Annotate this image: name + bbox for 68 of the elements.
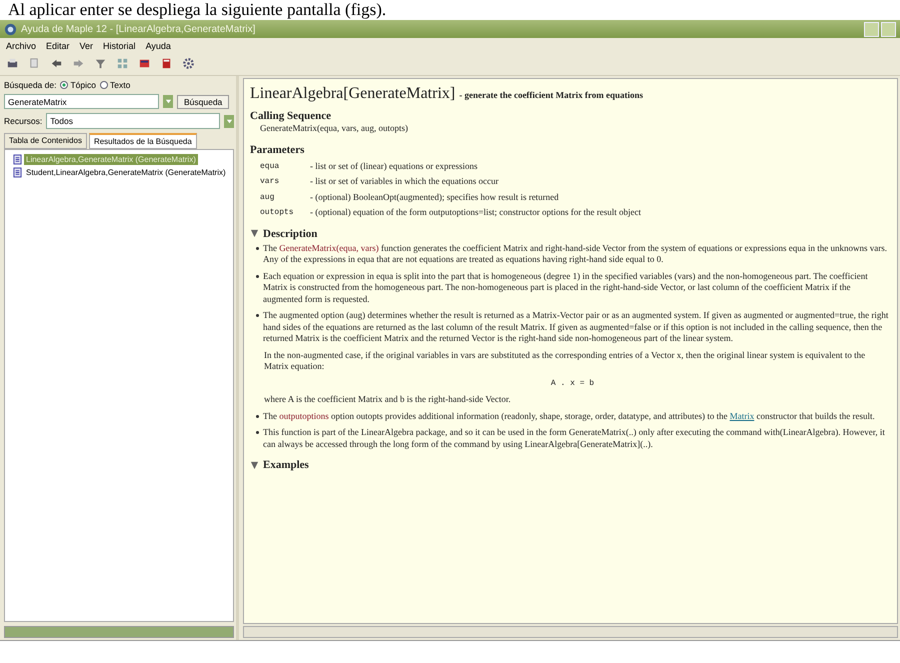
window-title: Ayuda de Maple 12 - [LinearAlgebra,GenerateMatrix] bbox=[21, 24, 256, 34]
search-field[interactable]: GenerateMatrix bbox=[4, 94, 159, 109]
grid-icon[interactable] bbox=[116, 57, 129, 70]
copy-icon[interactable] bbox=[28, 57, 41, 70]
search-label: Búsqueda de: bbox=[4, 80, 56, 90]
caret-icon bbox=[164, 98, 172, 105]
section-heading: Calling Sequence bbox=[250, 109, 332, 123]
parameter-description: - (optional) BooleanOpt(augmented); specifies how result is returned bbox=[310, 192, 559, 203]
bullet-paragraph: The outputoptions option outopts provides additional information (readonly, shape, storage, order, datatype, and attributes) to the Matrix constructor that builds the result. bbox=[263, 410, 875, 422]
caption: Al aplicar enter se despliega la siguiente pantalla (figs). bbox=[7, 0, 386, 20]
bullet-icon bbox=[256, 314, 259, 317]
radio-option[interactable]: Tópico bbox=[60, 80, 96, 90]
bullet-paragraph: Each equation or expression in equa is split into the part that is homogeneous (degree 1) in the specified variables (vars) and the non-homogeneous part. The coefficient Matrix is constructed from the homogeneous part. The non-homogeneous part is placed in the right-hand-side Vector, or last column of the coefficient Matrix if the augmented form is requested. bbox=[263, 270, 869, 305]
menu-item[interactable]: Ayuda bbox=[146, 41, 171, 51]
print-icon[interactable] bbox=[6, 57, 19, 70]
minimize-button[interactable] bbox=[864, 22, 879, 36]
section-heading: Examples bbox=[263, 458, 309, 472]
app-icon bbox=[4, 22, 17, 36]
bullet-icon bbox=[256, 431, 259, 434]
document-icon bbox=[13, 154, 22, 165]
paragraph: In the non-augmented case, if the original variables in vars are substituted as the corresponding entries of a Vector x, then the original linear system is equivalent to the Matrix equation: bbox=[264, 350, 866, 372]
section-heading: Description bbox=[263, 226, 318, 240]
resources-label: Recursos: bbox=[4, 116, 42, 126]
bullet-icon bbox=[256, 246, 259, 250]
filter-icon[interactable] bbox=[94, 57, 107, 70]
caret-icon bbox=[226, 118, 232, 124]
bullet-paragraph: The GenerateMatrix(equa, vars) function generates the coefficient Matrix and right-hand-side Vector from the system of equations or expressions equa in the unknowns vars. Any of the expressions in equa that are not equations are treated as equations having right-hand side equal to 0. bbox=[263, 242, 888, 266]
menu-item[interactable]: Historial bbox=[103, 41, 136, 51]
menu-item[interactable]: Editar bbox=[46, 41, 70, 51]
section-heading: Parameters bbox=[250, 142, 306, 156]
paragraph: where A is the coefficient Matrix and b is the right-hand-side Vector. bbox=[264, 394, 511, 406]
parameter-description: - list or set of (linear) equations or expressions bbox=[310, 160, 478, 172]
link[interactable]: Matrix bbox=[730, 410, 754, 420]
menu-item[interactable]: Archivo bbox=[6, 41, 36, 51]
bullet-icon bbox=[256, 274, 259, 278]
parameter-name: outopts bbox=[260, 207, 295, 218]
radio-option[interactable]: Texto bbox=[100, 80, 130, 90]
document-icon bbox=[13, 167, 22, 178]
dropdown-button[interactable] bbox=[224, 114, 234, 128]
bullet-icon bbox=[256, 414, 259, 418]
search-button[interactable]: Búsqueda bbox=[177, 94, 230, 108]
result-item[interactable]: Student,LinearAlgebra,GenerateMatrix (GenerateMatrix) bbox=[24, 167, 228, 178]
parameter-name: vars bbox=[260, 176, 280, 188]
page-subtitle: - generate the coefficient Matrix from equations bbox=[459, 90, 643, 102]
triangle-icon[interactable] bbox=[250, 229, 259, 238]
gear-icon[interactable] bbox=[182, 57, 195, 70]
calling-sequence: GenerateMatrix(equa, vars, aug, outopts) bbox=[259, 123, 409, 134]
tab[interactable]: Resultados de la Búsqueda bbox=[88, 133, 197, 149]
parameter-name: aug bbox=[260, 192, 276, 203]
parameter-description: - (optional) equation of the form outputoptions=list; constructor options for the result object bbox=[310, 207, 642, 218]
bullet-paragraph: This function is part of the LinearAlgebra package, and so it can be used in the form GenerateMatrix(..) only after executing the command with(LinearAlgebra). However, it can always be accessed through the long form of the command by using LinearAlgebra[GenerateMatrix](..). bbox=[263, 427, 886, 450]
bullet-paragraph: The augmented option (aug) determines whether the result is returned as a Matrix-Vector pair or as an augmented system. If given as augmented or augmented=true, the right hand sides of the equations are returned as the last column of the result Matrix. If given as augmented=false or if this option is not included in the calling sequence, then the returned Matrix is the coefficient Matrix and the returned Vector is the right-hand side non-homogeneous part of the linear system. bbox=[263, 310, 889, 344]
forward-arrow-icon[interactable] bbox=[72, 57, 85, 70]
page-title: LinearAlgebra[GenerateMatrix] bbox=[250, 85, 456, 103]
scrollbar[interactable] bbox=[4, 626, 234, 638]
tab[interactable]: Tabla de Contenidos bbox=[4, 133, 87, 149]
book-icon[interactable] bbox=[160, 57, 173, 70]
parameter-description: - list or set of variables in which the equations occur bbox=[310, 176, 498, 188]
triangle-icon[interactable] bbox=[250, 460, 259, 470]
menu-item[interactable]: Ver bbox=[80, 41, 94, 51]
scrollbar[interactable] bbox=[243, 626, 898, 638]
back-arrow-icon[interactable] bbox=[50, 57, 63, 70]
equation: A . x = b bbox=[550, 378, 594, 389]
resources-select[interactable]: Todos bbox=[46, 113, 220, 129]
parameter-name: equa bbox=[260, 160, 280, 172]
maximize-button[interactable] bbox=[881, 22, 896, 36]
book-icon[interactable] bbox=[138, 57, 151, 70]
dropdown-button[interactable] bbox=[163, 95, 173, 108]
